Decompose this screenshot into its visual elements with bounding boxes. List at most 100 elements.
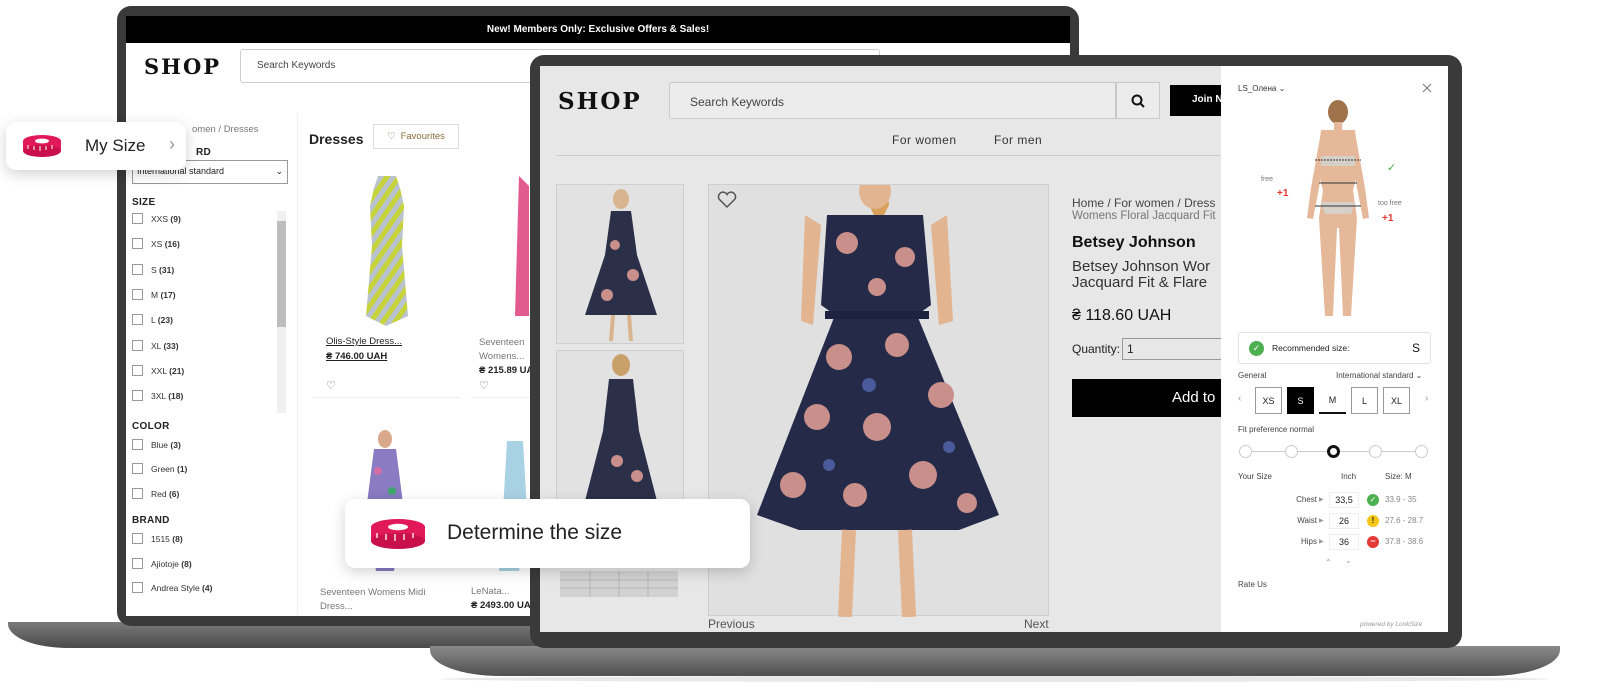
nav-for-women[interactable]: For women <box>892 133 957 147</box>
breadcrumb-women[interactable]: For women <box>1114 196 1174 210</box>
chevron-left-icon[interactable]: ‹ <box>1238 393 1241 404</box>
heart-icon[interactable]: ♡ <box>326 379 336 392</box>
size-option[interactable]: XL (33) <box>132 340 179 351</box>
option-count: (3) <box>170 439 181 450</box>
size-option-s[interactable]: S <box>1287 387 1314 414</box>
add-to-cart-button[interactable]: Add to <box>1072 379 1222 417</box>
thumbnail-front-view[interactable] <box>556 184 684 344</box>
caret-right-icon[interactable]: ▶ <box>1319 517 1324 524</box>
caret-right-icon[interactable]: ▶ <box>1319 496 1324 503</box>
checkbox[interactable] <box>132 365 143 376</box>
measure-input[interactable]: 36 <box>1329 534 1359 550</box>
size-chart-thumbnail[interactable] <box>560 571 678 597</box>
checkbox[interactable] <box>132 289 143 300</box>
chevron-up-icon[interactable]: ⌃ <box>1325 558 1332 567</box>
option-label: Andrea Style <box>151 582 200 593</box>
next-link[interactable]: Next <box>1024 617 1049 631</box>
option-label: Ajiotoje <box>151 558 179 569</box>
checkbox[interactable] <box>132 238 143 249</box>
checkbox[interactable] <box>132 582 143 593</box>
size-option-xs[interactable]: XS <box>1255 387 1282 414</box>
main-product-image[interactable] <box>708 173 1049 618</box>
product-name[interactable]: Seventeen Womens Midi Dress... <box>320 586 460 612</box>
product-card[interactable]: Olis-Style Dress... ₴ 746.00 UAH ♡ <box>312 166 460 398</box>
fit-slider-stop[interactable] <box>1415 445 1428 458</box>
size-option[interactable]: XS (16) <box>132 238 180 249</box>
option-count: (8) <box>181 558 192 569</box>
rate-us-link[interactable]: Rate Us <box>1238 580 1267 589</box>
breadcrumb-women[interactable]: omen <box>192 124 216 135</box>
size-option[interactable]: M (17) <box>132 289 176 300</box>
quantity-input[interactable]: 1 <box>1122 338 1222 360</box>
thumbnail-back-view[interactable] <box>556 350 684 510</box>
fit-slider-handle[interactable] <box>1327 445 1340 458</box>
option-label: XL <box>151 340 162 351</box>
close-icon[interactable] <box>1422 83 1432 93</box>
breadcrumb-dresses[interactable]: Dress <box>1184 196 1215 210</box>
checkbox[interactable] <box>132 213 143 224</box>
size-scrollbar[interactable] <box>277 211 286 413</box>
product-image-pink-dress[interactable] <box>471 166 531 336</box>
chevron-right-icon[interactable]: › <box>1425 393 1428 404</box>
size-option[interactable]: L (23) <box>132 314 173 325</box>
promo-banner[interactable]: New! Members Only: Exclusive Offers & Sa… <box>126 16 1070 43</box>
my-size-label: My Size <box>85 136 146 155</box>
color-option[interactable]: Green (1) <box>132 463 187 474</box>
checkbox[interactable] <box>132 264 143 275</box>
brand-option[interactable]: 1515 (8) <box>132 533 183 544</box>
size-option[interactable]: XXL (21) <box>132 365 184 376</box>
breadcrumb-home[interactable]: Home <box>1072 196 1104 210</box>
color-option[interactable]: Blue (3) <box>132 439 181 450</box>
heart-icon[interactable]: ♡ <box>479 379 489 392</box>
size-option-l[interactable]: L <box>1351 387 1378 414</box>
product-name[interactable]: LeNata... <box>471 586 510 597</box>
measure-input[interactable]: 33,5 <box>1329 492 1359 508</box>
fit-slider-stop[interactable] <box>1369 445 1382 458</box>
chevron-down-icon[interactable]: ⌄ <box>1345 556 1352 565</box>
search-button[interactable] <box>1116 82 1160 119</box>
standard-selector[interactable]: International standard ⌄ <box>1336 371 1422 380</box>
breadcrumb: Home / For women / Dress <box>1072 196 1216 210</box>
brand-option[interactable]: Ajiotoje (8) <box>132 558 192 569</box>
checkbox[interactable] <box>132 558 143 569</box>
size-option[interactable]: 3XL (18) <box>132 390 183 401</box>
nav-for-men[interactable]: For men <box>994 133 1042 147</box>
quantity-label: Quantity: <box>1072 342 1121 356</box>
product-name[interactable]: Olis-Style Dress... <box>326 336 402 347</box>
check-circle-icon: ✓ <box>1249 340 1264 356</box>
previous-link[interactable]: Previous <box>708 617 755 631</box>
checkbox[interactable] <box>132 340 143 351</box>
color-option[interactable]: Red (6) <box>132 488 179 499</box>
product-image-striped-dress[interactable] <box>312 166 460 336</box>
fit-slider-stop[interactable] <box>1239 445 1252 458</box>
option-count: (23) <box>157 314 173 325</box>
size-option-m[interactable]: M <box>1319 387 1346 414</box>
recommended-size-value: S <box>1411 341 1420 355</box>
checkbox[interactable] <box>132 390 143 401</box>
product-title: Betsey Johnson Wor Jacquard Fit & Flare <box>1072 259 1210 291</box>
heart-icon[interactable] <box>717 191 737 209</box>
favourites-button[interactable]: ♡ Favourites <box>373 124 459 149</box>
checkbox[interactable] <box>132 533 143 544</box>
shop-logo[interactable]: SHOP <box>558 88 642 115</box>
user-selector[interactable]: LS_Олена ⌄ <box>1238 84 1285 93</box>
checkbox[interactable] <box>132 314 143 325</box>
size-option[interactable]: XXS (9) <box>132 213 181 224</box>
brand-option[interactable]: Andrea Style (4) <box>132 582 212 593</box>
scrollbar-thumb[interactable] <box>277 221 286 327</box>
recommended-size-box: ✓ Recommended size: S <box>1238 332 1431 364</box>
my-size-pill[interactable]: My Size › <box>6 122 186 170</box>
checkbox[interactable] <box>132 463 143 474</box>
measure-input[interactable]: 26 <box>1329 513 1359 529</box>
checkbox[interactable] <box>132 439 143 450</box>
determine-size-pill[interactable]: Determine the size <box>345 499 750 568</box>
breadcrumb-product: Womens Floral Jacquard Fit <box>1072 210 1216 222</box>
check-icon: ✓ <box>1387 162 1397 174</box>
checkbox[interactable] <box>132 488 143 499</box>
caret-right-icon[interactable]: ▶ <box>1319 538 1324 545</box>
search-input[interactable]: Search Keywords <box>669 82 1116 119</box>
shop-logo[interactable]: SHOP <box>144 54 221 79</box>
size-option[interactable]: S (31) <box>132 264 174 275</box>
size-option-xl[interactable]: XL <box>1383 387 1410 414</box>
fit-slider-stop[interactable] <box>1285 445 1298 458</box>
